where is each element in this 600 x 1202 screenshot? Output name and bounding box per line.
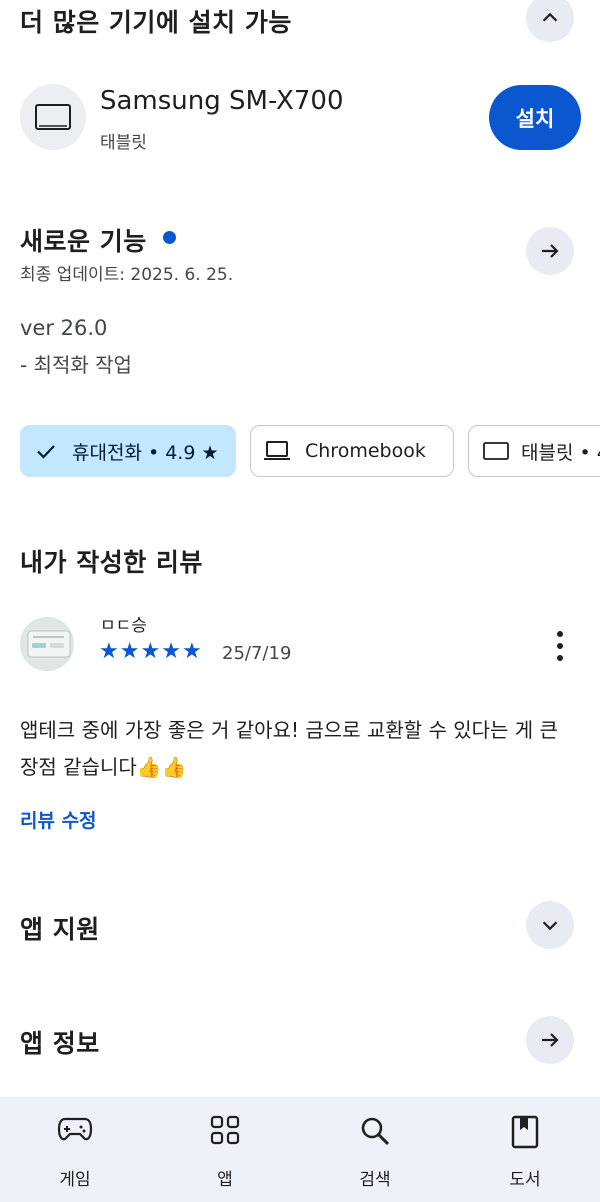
whats-new-title: 새로운 기능: [20, 227, 147, 256]
nav-games-label: 게임: [59, 1170, 91, 1190]
review-stars: ★ ★ ★ ★ ★: [99, 639, 202, 665]
whats-new-arrow-button[interactable]: [526, 227, 574, 275]
nav-search-label: 검색: [359, 1170, 391, 1190]
review-date: 25/7/19: [222, 643, 292, 664]
device-type: 태블릿: [100, 133, 147, 153]
chevron-up-icon: [542, 12, 558, 22]
avatar: [20, 617, 74, 671]
chevron-down-icon: [542, 921, 558, 931]
nav-books[interactable]: 도서: [450, 1097, 600, 1202]
nav-apps-label: 앱: [217, 1170, 233, 1190]
chip-chromebook-label: Chromebook: [305, 440, 426, 462]
chip-phone-label: 휴대전화 • 4.9 ★: [72, 441, 219, 464]
chip-tablet[interactable]: 태블릿 • 4: [468, 425, 600, 477]
app-info-arrow-button[interactable]: [526, 1016, 574, 1064]
arrow-right-icon: [542, 244, 559, 258]
device-icon-container: [20, 84, 86, 150]
review-text: 앱테크 중에 가장 좋은 거 같아요! 금으로 교환할 수 있다는 게 큰 장점…: [20, 718, 558, 779]
arrow-right-icon: [542, 1033, 559, 1047]
collapse-button[interactable]: [526, 0, 574, 42]
bottom-navigation: 게임 앱 검색 도서: [0, 1097, 600, 1202]
nav-books-label: 도서: [509, 1170, 541, 1190]
nav-search[interactable]: 검색: [300, 1097, 450, 1202]
star-icon: ★: [99, 639, 119, 664]
edit-review-link[interactable]: 리뷰 수정: [20, 806, 97, 833]
star-icon: ★: [181, 639, 202, 664]
apps-grid-icon: [210, 1115, 240, 1145]
last-updated: 최종 업데이트: 2025. 6. 25.: [20, 265, 234, 285]
search-icon: [361, 1117, 390, 1146]
new-indicator-dot: [163, 231, 176, 244]
star-icon: ★: [161, 639, 181, 664]
chip-tablet-label: 태블릿 • 4: [521, 441, 600, 464]
chip-chromebook[interactable]: Chromebook: [250, 425, 454, 477]
tablet-icon: [35, 104, 71, 130]
more-vert-icon: [557, 631, 563, 661]
gamepad-icon: [57, 1117, 93, 1141]
nav-games[interactable]: 게임: [0, 1097, 150, 1202]
chip-phone[interactable]: 휴대전화 • 4.9 ★: [20, 425, 236, 477]
avatar-image: [20, 617, 74, 671]
app-support-expand-button[interactable]: [526, 901, 574, 949]
tablet-icon: [483, 442, 509, 460]
release-note: - 최적화 작업: [20, 353, 132, 377]
review-author: ㅁㄷ승: [100, 616, 147, 636]
star-icon: ★: [119, 639, 140, 664]
star-icon: ★: [140, 639, 161, 664]
book-icon: [511, 1115, 539, 1149]
my-review-title: 내가 작성한 리뷰: [20, 548, 203, 577]
device-name: Samsung SM-X700: [100, 86, 344, 116]
nav-apps[interactable]: 앱: [150, 1097, 300, 1202]
app-info-title: 앱 정보: [20, 1029, 100, 1058]
devices-section-title: 더 많은 기기에 설치 가능: [20, 8, 292, 37]
install-button[interactable]: 설치: [489, 85, 581, 150]
more-options-button[interactable]: [544, 628, 576, 664]
app-support-title: 앱 지원: [20, 915, 100, 944]
laptop-icon: [264, 441, 290, 460]
version-text: ver 26.0: [20, 316, 108, 340]
check-icon: [37, 445, 55, 459]
